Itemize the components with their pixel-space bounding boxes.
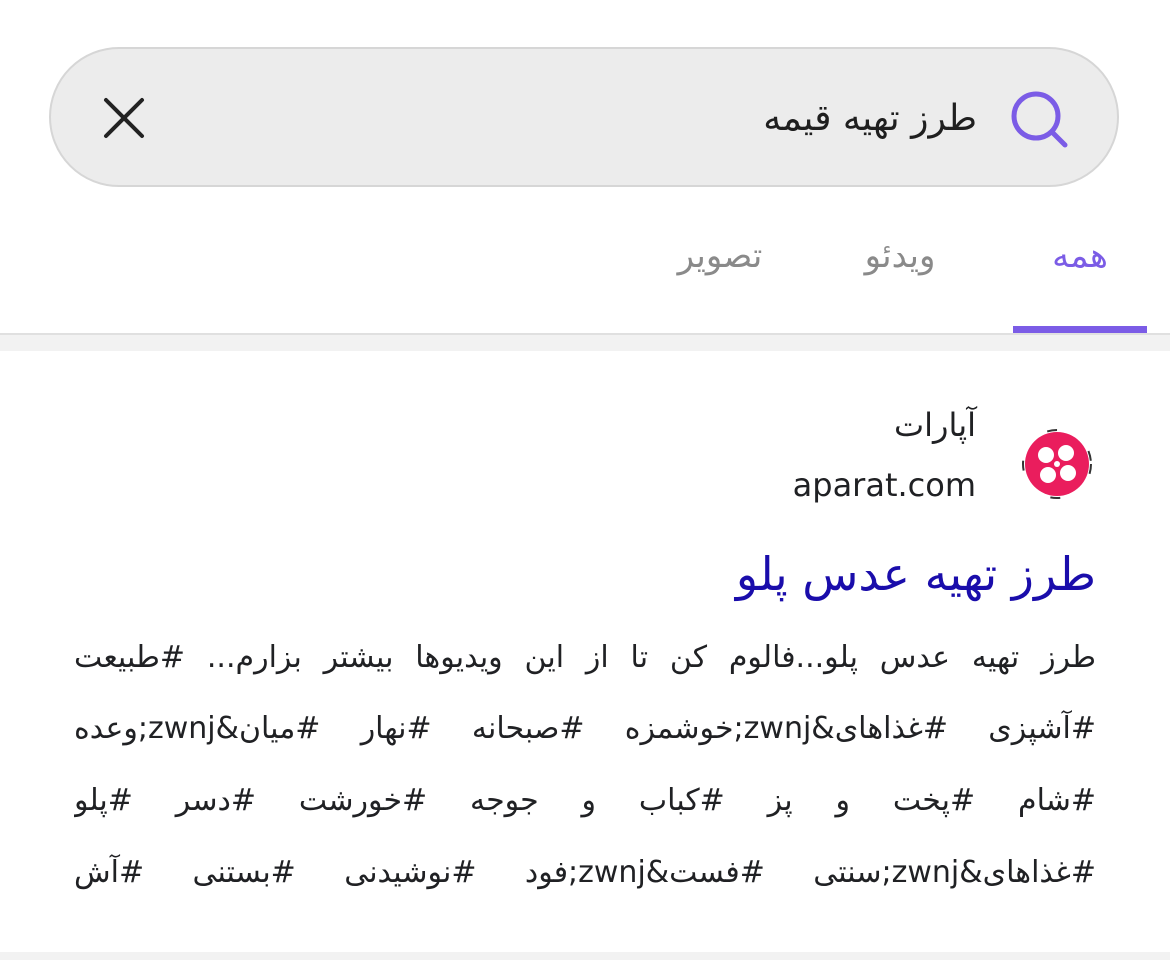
tab-all[interactable]: همه <box>1030 236 1130 296</box>
active-tab-indicator <box>1013 326 1147 333</box>
snippet-line: #غذاهای&zwnj;سنتی #فست&zwnj;فود #نوشیدنی… <box>74 855 1096 890</box>
section-separator <box>0 952 1170 960</box>
close-icon[interactable] <box>99 93 149 143</box>
result-title-link[interactable]: طرز تهیه عدس پلو <box>736 547 1096 601</box>
search-icon[interactable] <box>1009 89 1071 151</box>
section-separator <box>0 335 1170 351</box>
snippet-line: طرز تهیه عدس پلو...فالوم کن تا از این وی… <box>74 640 1096 675</box>
tab-video[interactable]: ویدئو <box>845 236 955 296</box>
search-input[interactable] <box>277 87 977 149</box>
tab-image[interactable]: تصویر <box>662 236 778 296</box>
snippet-line: #آشپزی #غذاهای&zwnj;خوشمزه #صبحانه #نهار… <box>74 711 1096 746</box>
source-url[interactable]: aparat.com <box>793 466 976 504</box>
snippet-line: #شام #پخت و پز #کباب و جوجه #خورشت #دسر … <box>74 783 1096 818</box>
source-name: آپارات <box>893 406 976 444</box>
search-bar <box>49 47 1119 187</box>
aparat-logo-icon[interactable] <box>1020 427 1094 501</box>
